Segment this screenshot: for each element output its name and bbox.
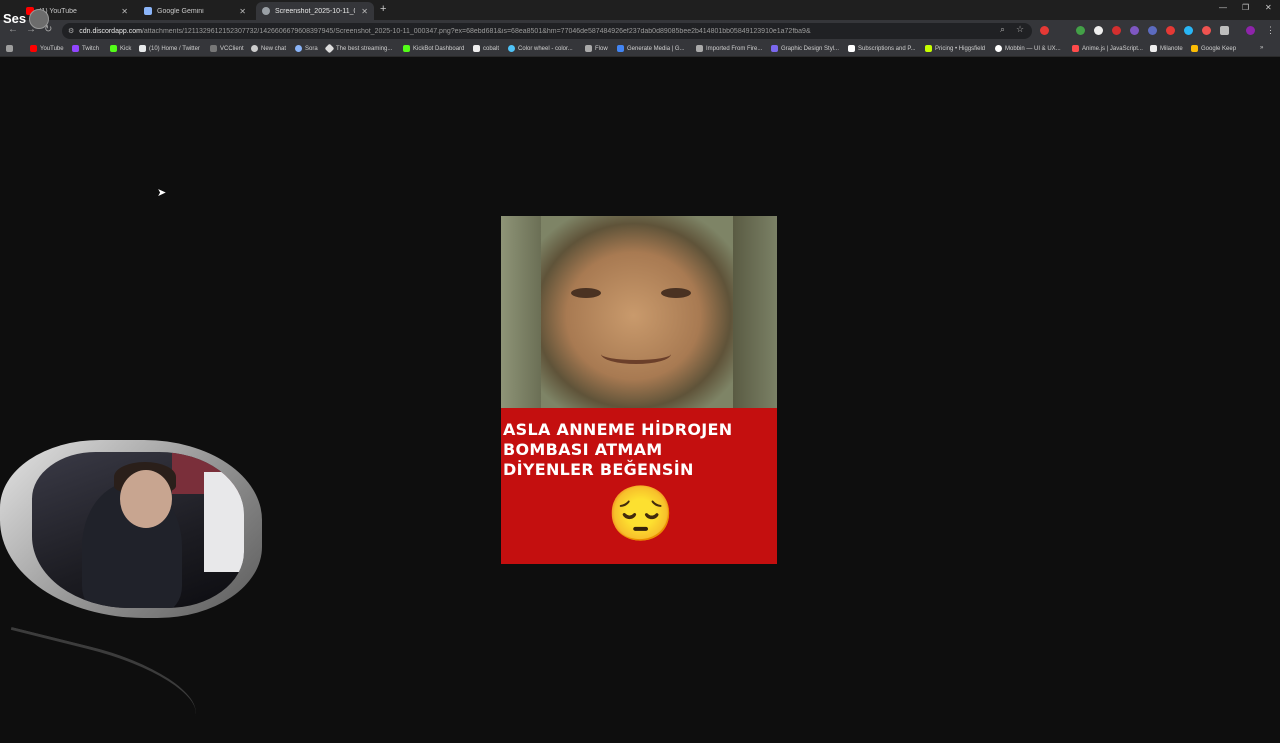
meme-line-2: BOMBASI ATMAM bbox=[503, 440, 663, 459]
browser-toolbar: ← → ↻ ⚙ cdn.discordapp.com /attachments/… bbox=[0, 20, 1280, 42]
bookmark-star-icon[interactable]: ☆ bbox=[1016, 24, 1024, 35]
minimize-icon[interactable]: — bbox=[1219, 3, 1227, 12]
subscriptions-icon bbox=[848, 45, 855, 52]
background-light bbox=[204, 472, 244, 572]
bookmark-twitter[interactable]: (10) Home / Twitter bbox=[139, 45, 200, 52]
address-host: cdn.discordapp.com bbox=[79, 27, 142, 35]
bookmark-subscriptions[interactable]: Subscriptions and P... bbox=[848, 45, 916, 52]
tab-title: Google Gemini bbox=[157, 7, 204, 15]
streamer-face bbox=[120, 470, 172, 528]
apps-icon[interactable] bbox=[6, 45, 16, 52]
folder-icon bbox=[696, 45, 703, 52]
extension-icon[interactable] bbox=[1040, 26, 1049, 35]
bookmark-new-chat[interactable]: New chat bbox=[251, 45, 286, 52]
vc-icon bbox=[210, 45, 217, 52]
webcam-feed bbox=[32, 452, 244, 608]
diamond-icon bbox=[324, 43, 335, 54]
mouse-cursor: ➤ bbox=[157, 187, 167, 199]
bookmark-twitch[interactable]: Twitch bbox=[72, 45, 99, 52]
youtube-icon bbox=[30, 45, 37, 52]
new-tab-button[interactable]: + bbox=[380, 3, 386, 15]
bookmark-graphic-design[interactable]: Graphic Design Styl... bbox=[771, 45, 839, 52]
more-bookmarks-icon[interactable]: » bbox=[1260, 45, 1263, 51]
color-wheel-icon bbox=[508, 45, 515, 52]
image-viewer[interactable]: ASLA ANNEME HİDROJEN BOMBASI ATMAM DİYEN… bbox=[501, 216, 777, 564]
pensive-face-emoji: 😔 bbox=[607, 484, 675, 544]
eye-right bbox=[661, 288, 691, 298]
close-icon[interactable]: ✕ bbox=[361, 7, 368, 16]
profile-avatar[interactable] bbox=[1246, 26, 1255, 35]
bookmark-kickbot[interactable]: KickBot Dashboard bbox=[403, 45, 464, 52]
headscarf-left bbox=[501, 216, 541, 408]
x-icon bbox=[139, 45, 146, 52]
eye-left bbox=[571, 288, 601, 298]
menu-icon[interactable]: ⋮ bbox=[1266, 25, 1275, 36]
streamer-avatar bbox=[29, 9, 49, 29]
twitch-icon bbox=[72, 45, 79, 52]
bookmark-flow[interactable]: Flow bbox=[585, 45, 608, 52]
tab-screenshot[interactable]: Screenshot_2025-10-11_00034 ✕ bbox=[256, 2, 374, 20]
tab-gemini[interactable]: Google Gemini ✕ bbox=[138, 2, 252, 20]
bookmark-vcclient[interactable]: VCClient bbox=[210, 45, 244, 52]
mobbin-icon bbox=[995, 45, 1002, 52]
higgsfield-icon bbox=[925, 45, 932, 52]
extension-icon[interactable] bbox=[1130, 26, 1139, 35]
zoom-icon[interactable]: ⌕ bbox=[1000, 24, 1005, 35]
extension-icon[interactable] bbox=[1202, 26, 1211, 35]
milanote-icon bbox=[1150, 45, 1157, 52]
design-icon bbox=[771, 45, 778, 52]
keep-icon bbox=[1191, 45, 1198, 52]
extension-icon[interactable] bbox=[1094, 26, 1103, 35]
kick-icon bbox=[403, 45, 410, 52]
car-dashboard bbox=[0, 626, 206, 743]
overlay-label: Ses bbox=[3, 11, 27, 26]
site-info-icon[interactable]: ⚙ bbox=[68, 27, 74, 35]
meme-photo bbox=[501, 216, 777, 408]
bookmarks-bar: YouTube Twitch Kick (10) Home / Twitter … bbox=[0, 42, 1280, 57]
extension-icon[interactable] bbox=[1166, 26, 1175, 35]
smile bbox=[601, 344, 671, 364]
globe-icon bbox=[262, 7, 270, 15]
bookmark-kick[interactable]: Kick bbox=[110, 45, 131, 52]
restore-icon[interactable]: ❐ bbox=[1242, 3, 1249, 12]
chat-icon bbox=[251, 45, 258, 52]
kick-icon bbox=[110, 45, 117, 52]
close-icon[interactable]: ✕ bbox=[121, 7, 128, 16]
bookmark-color-wheel[interactable]: Color wheel - color... bbox=[508, 45, 573, 52]
headscarf-right bbox=[733, 216, 777, 408]
gemini-icon bbox=[144, 7, 152, 15]
cobalt-icon bbox=[473, 45, 480, 52]
bookmark-generate-media[interactable]: Generate Media | G... bbox=[617, 45, 685, 52]
tab-strip: (1) YouTube ✕ Google Gemini ✕ Screenshot… bbox=[0, 0, 1280, 20]
bookmark-animejs[interactable]: Anime.js | JavaScript... bbox=[1072, 45, 1143, 52]
extension-icon[interactable] bbox=[1112, 26, 1121, 35]
bookmark-imported[interactable]: Imported From Fire... bbox=[696, 45, 762, 52]
bookmark-sora[interactable]: Sora bbox=[295, 45, 318, 52]
shield-extension-icon[interactable] bbox=[1076, 26, 1085, 35]
generate-icon bbox=[617, 45, 624, 52]
anime-icon bbox=[1072, 45, 1079, 52]
bookmark-google-keep[interactable]: Google Keep bbox=[1191, 45, 1236, 52]
address-bar[interactable]: ⚙ cdn.discordapp.com /attachments/121132… bbox=[62, 23, 1032, 39]
extension-icon[interactable] bbox=[1184, 26, 1193, 35]
folder-icon bbox=[585, 45, 592, 52]
bookmark-mobbin[interactable]: Mobbin — UI & UX... bbox=[995, 45, 1061, 52]
puzzle-icon[interactable] bbox=[1220, 26, 1229, 35]
close-icon[interactable]: ✕ bbox=[239, 7, 246, 16]
bookmark-youtube[interactable]: YouTube bbox=[30, 45, 64, 52]
meme-line-1: ASLA ANNEME HİDROJEN bbox=[503, 420, 733, 439]
close-window-icon[interactable]: ✕ bbox=[1265, 3, 1272, 12]
address-path: /attachments/1211329612152307732/1426606… bbox=[141, 27, 811, 35]
bookmark-higgsfield[interactable]: Pricing • Higgsfield bbox=[925, 45, 985, 52]
bookmark-streaming[interactable]: The best streaming... bbox=[324, 43, 392, 54]
meme-line-3: DİYENLER BEĞENSİN bbox=[503, 460, 694, 479]
bookmark-milanote[interactable]: Milanote bbox=[1150, 45, 1183, 52]
bookmark-cobalt[interactable]: cobalt bbox=[473, 45, 499, 52]
sora-icon bbox=[295, 45, 302, 52]
extension-icon[interactable] bbox=[1148, 26, 1157, 35]
tab-title: Screenshot_2025-10-11_00034 bbox=[275, 7, 355, 15]
